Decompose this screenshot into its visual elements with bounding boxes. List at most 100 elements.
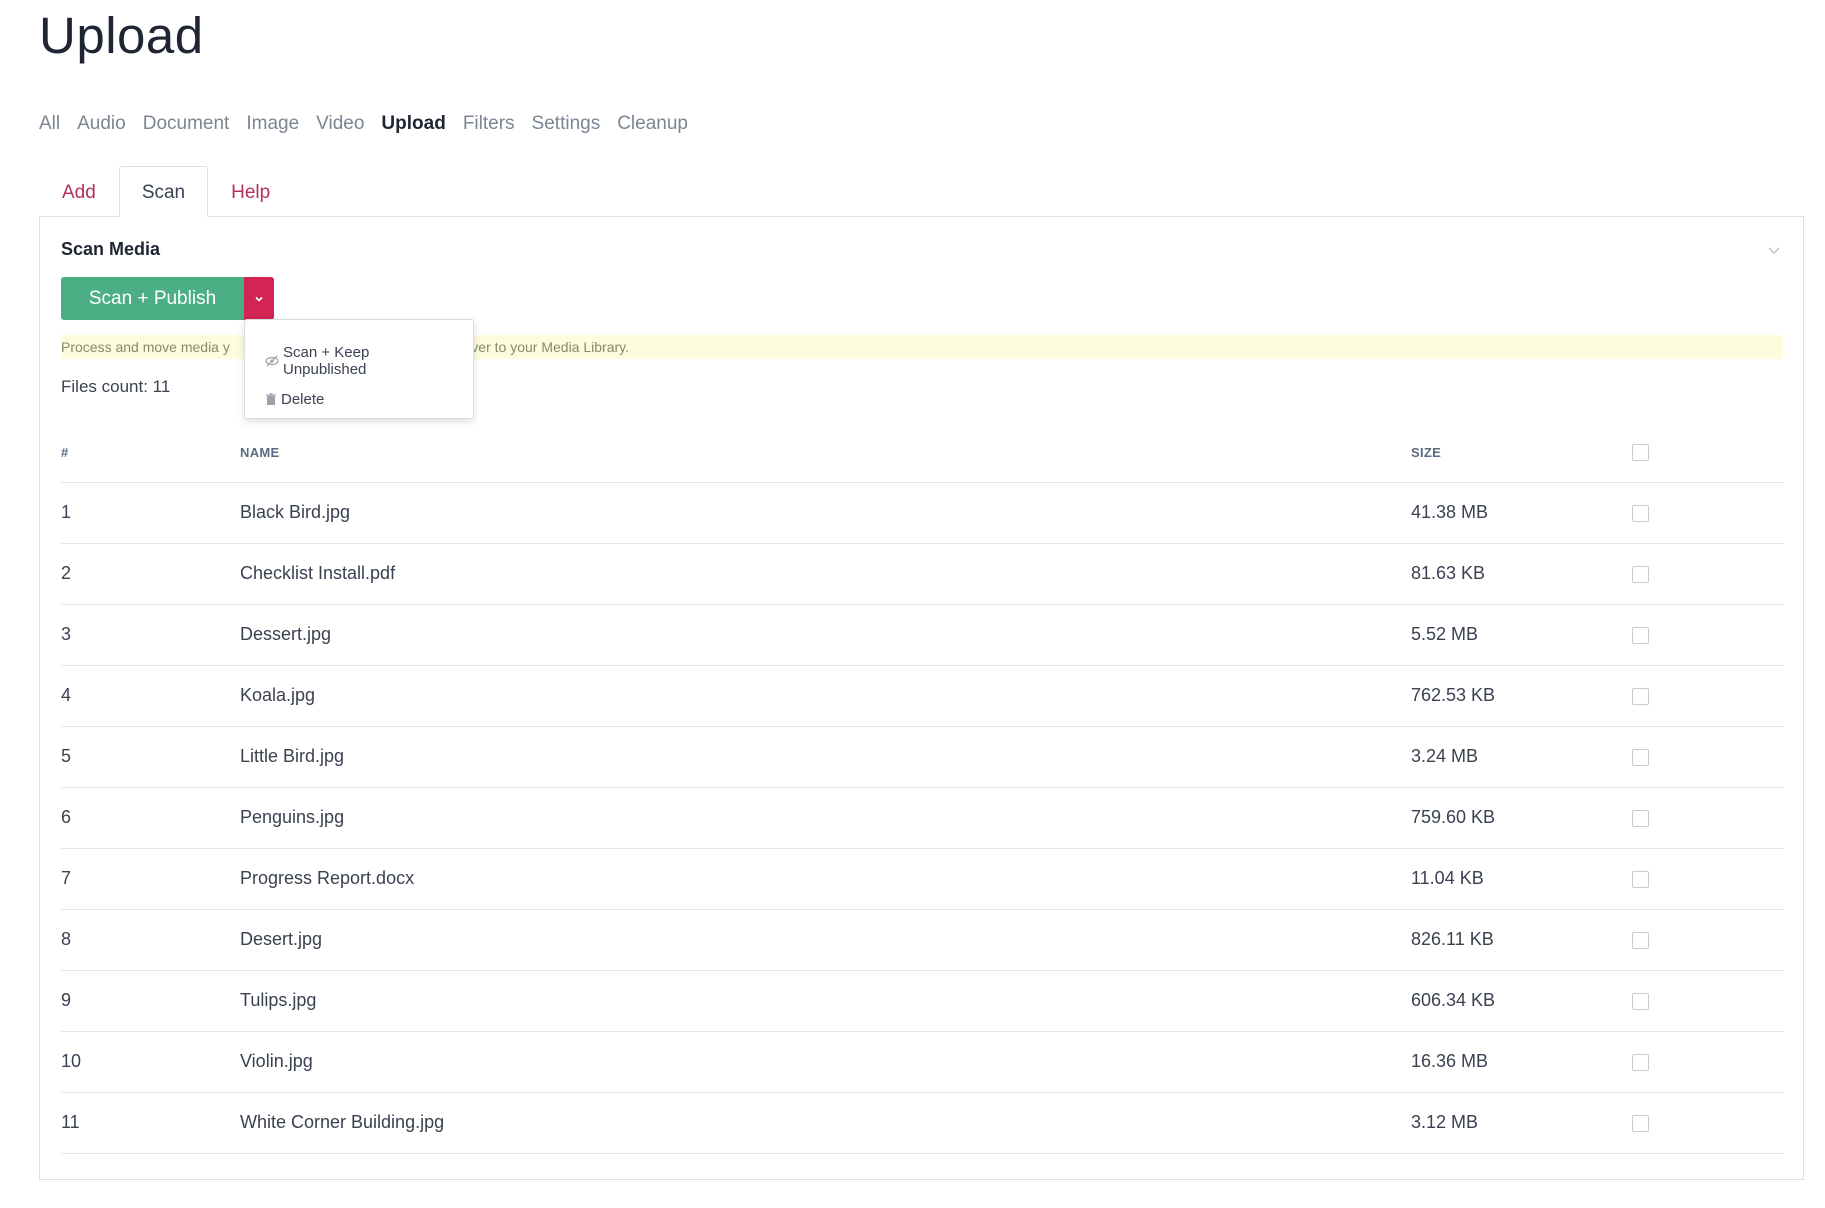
- file-size: 11.04 KB: [1411, 848, 1632, 910]
- row-checkbox[interactable]: [1632, 504, 1649, 522]
- nav-filters[interactable]: Filters: [463, 113, 515, 135]
- info-text-tail: erver to your Media Library.: [458, 339, 629, 355]
- file-size: 41.38 MB: [1411, 482, 1632, 544]
- file-name: White Corner Building.jpg: [240, 1092, 1411, 1154]
- file-name: Checklist Install.pdf: [240, 543, 1411, 605]
- row-number: 4: [61, 665, 240, 727]
- sub-tabs: Add Scan Help: [39, 166, 293, 217]
- row-number: 2: [61, 543, 240, 605]
- select-all-checkbox[interactable]: [1632, 444, 1649, 462]
- row-checkbox[interactable]: [1632, 870, 1649, 888]
- row-select-cell: [1632, 665, 1783, 727]
- row-checkbox[interactable]: [1632, 1053, 1649, 1071]
- nav-settings[interactable]: Settings: [532, 113, 601, 135]
- chevron-down-icon[interactable]: [1767, 243, 1781, 257]
- files-table: # NAME SIZE 1 Black Bird.jpg 41.38 MB 2 Chec…: [61, 424, 1783, 1154]
- file-size: 3.12 MB: [1411, 1092, 1632, 1154]
- file-name: Koala.jpg: [240, 665, 1411, 727]
- dropdown-item-label: Delete: [281, 390, 325, 408]
- file-name: Violin.jpg: [240, 1031, 1411, 1093]
- table-row[interactable]: 3 Dessert.jpg 5.52 MB: [61, 604, 1783, 666]
- row-select-cell: [1632, 848, 1783, 910]
- row-number: 8: [61, 909, 240, 971]
- info-text: Process and move media y: [61, 339, 230, 355]
- file-size: 5.52 MB: [1411, 604, 1632, 666]
- eye-slash-icon: [265, 355, 279, 367]
- tab-help[interactable]: Help: [208, 166, 293, 217]
- row-select-cell: [1632, 604, 1783, 666]
- row-number: 6: [61, 787, 240, 849]
- dropdown-item-delete[interactable]: Delete: [245, 380, 473, 418]
- header-select-all: [1632, 424, 1783, 483]
- tab-add[interactable]: Add: [39, 166, 119, 217]
- dropdown-item-scan-keep-unpublished[interactable]: Scan + Keep Unpublished: [245, 342, 473, 380]
- row-number: 11: [61, 1092, 240, 1154]
- file-name: Little Bird.jpg: [240, 726, 1411, 788]
- file-name: Progress Report.docx: [240, 848, 1411, 910]
- scan-options-dropdown: Scan + Keep Unpublished Delete: [244, 319, 474, 419]
- table-header-row: # NAME SIZE: [61, 424, 1783, 483]
- dropdown-item-label: Scan + Keep Unpublished: [283, 344, 370, 378]
- scan-button-group: Scan + Publish: [61, 277, 274, 320]
- header-size[interactable]: SIZE: [1411, 424, 1632, 483]
- row-select-cell: [1632, 543, 1783, 605]
- row-checkbox[interactable]: [1632, 626, 1649, 644]
- file-name: Black Bird.jpg: [240, 482, 1411, 544]
- row-checkbox[interactable]: [1632, 565, 1649, 583]
- row-select-cell: [1632, 970, 1783, 1032]
- chevron-down-icon: [255, 296, 263, 302]
- file-name: Tulips.jpg: [240, 970, 1411, 1032]
- row-checkbox[interactable]: [1632, 687, 1649, 705]
- page-title: Upload: [39, 7, 204, 64]
- row-select-cell: [1632, 1031, 1783, 1093]
- row-checkbox[interactable]: [1632, 931, 1649, 949]
- nav-upload[interactable]: Upload: [381, 113, 445, 135]
- trash-icon: [266, 392, 276, 405]
- row-number: 3: [61, 604, 240, 666]
- table-row[interactable]: 7 Progress Report.docx 11.04 KB: [61, 848, 1783, 910]
- row-select-cell: [1632, 909, 1783, 971]
- file-name: Desert.jpg: [240, 909, 1411, 971]
- row-checkbox[interactable]: [1632, 748, 1649, 766]
- table-row[interactable]: 5 Little Bird.jpg 3.24 MB: [61, 726, 1783, 788]
- table-row[interactable]: 6 Penguins.jpg 759.60 KB: [61, 787, 1783, 849]
- file-size: 826.11 KB: [1411, 909, 1632, 971]
- row-number: 10: [61, 1031, 240, 1093]
- file-size: 3.24 MB: [1411, 726, 1632, 788]
- header-number: #: [61, 424, 240, 483]
- row-select-cell: [1632, 1092, 1783, 1154]
- row-select-cell: [1632, 787, 1783, 849]
- nav-audio[interactable]: Audio: [77, 113, 126, 135]
- nav-image[interactable]: Image: [246, 113, 299, 135]
- table-row[interactable]: 9 Tulips.jpg 606.34 KB: [61, 970, 1783, 1032]
- file-size: 759.60 KB: [1411, 787, 1632, 849]
- main-nav: All Audio Document Image Video Upload Fi…: [39, 113, 688, 135]
- header-name[interactable]: NAME: [240, 424, 1411, 483]
- file-size: 16.36 MB: [1411, 1031, 1632, 1093]
- table-row[interactable]: 4 Koala.jpg 762.53 KB: [61, 665, 1783, 727]
- table-row[interactable]: 11 White Corner Building.jpg 3.12 MB: [61, 1092, 1783, 1154]
- panel-title: Scan Media: [61, 239, 161, 259]
- row-number: 7: [61, 848, 240, 910]
- nav-all[interactable]: All: [39, 113, 60, 135]
- row-checkbox[interactable]: [1632, 809, 1649, 827]
- nav-cleanup[interactable]: Cleanup: [617, 113, 688, 135]
- nav-video[interactable]: Video: [316, 113, 364, 135]
- row-select-cell: [1632, 726, 1783, 788]
- table-row[interactable]: 10 Violin.jpg 16.36 MB: [61, 1031, 1783, 1093]
- file-name: Penguins.jpg: [240, 787, 1411, 849]
- file-name: Dessert.jpg: [240, 604, 1411, 666]
- row-select-cell: [1632, 482, 1783, 544]
- table-row[interactable]: 2 Checklist Install.pdf 81.63 KB: [61, 543, 1783, 605]
- table-row[interactable]: 1 Black Bird.jpg 41.38 MB: [61, 482, 1783, 544]
- dropdown-toggle-button[interactable]: [244, 277, 274, 320]
- file-size: 81.63 KB: [1411, 543, 1632, 605]
- row-checkbox[interactable]: [1632, 992, 1649, 1010]
- scan-publish-button[interactable]: Scan + Publish: [61, 277, 244, 320]
- nav-document[interactable]: Document: [143, 113, 230, 135]
- row-checkbox[interactable]: [1632, 1114, 1649, 1132]
- table-row[interactable]: 8 Desert.jpg 826.11 KB: [61, 909, 1783, 971]
- row-number: 9: [61, 970, 240, 1032]
- tab-scan[interactable]: Scan: [118, 166, 209, 217]
- file-size: 762.53 KB: [1411, 665, 1632, 727]
